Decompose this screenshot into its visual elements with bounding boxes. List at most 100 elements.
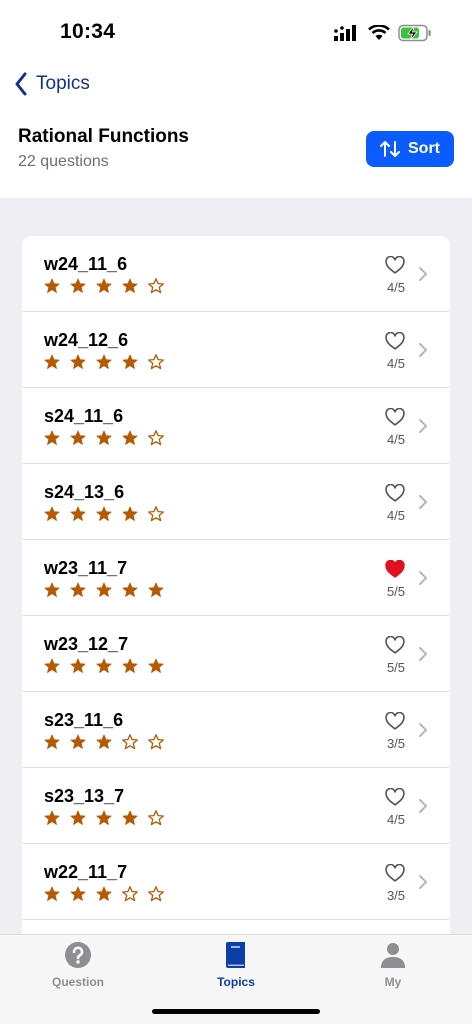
heart-outline-icon[interactable] <box>385 636 405 654</box>
status-bar: 10:34 <box>0 0 472 62</box>
star-filled-icon <box>122 582 138 597</box>
difficulty-stars <box>44 810 164 826</box>
tab-label: My <box>384 975 402 989</box>
home-indicator <box>152 1009 320 1014</box>
heart-outline-icon[interactable] <box>385 332 405 350</box>
chevron-right-icon <box>419 647 427 661</box>
star-filled-icon <box>96 658 112 673</box>
heart-outline-icon[interactable] <box>385 864 405 882</box>
star-filled-icon <box>44 354 60 369</box>
chevron-right-icon <box>419 875 427 889</box>
score-label: 3/5 <box>386 888 406 903</box>
star-outline-icon <box>148 810 164 826</box>
difficulty-stars <box>44 734 164 750</box>
question-row[interactable]: w24_11_6 4/5 <box>22 236 450 312</box>
question-title: s23_11_6 <box>44 710 124 730</box>
question-row[interactable]: w24_12_6 4/5 <box>22 312 450 388</box>
star-filled-icon <box>70 278 86 293</box>
star-filled-icon <box>70 734 86 749</box>
question-title: w22_11_7 <box>44 862 128 882</box>
star-filled-icon <box>96 430 112 445</box>
chevron-right-icon <box>419 495 427 509</box>
question-title: s24_13_6 <box>44 482 125 502</box>
sort-arrows-icon <box>380 141 400 157</box>
question-row[interactable]: w22_11_7 3/5 <box>22 844 450 920</box>
star-filled-icon <box>122 354 138 369</box>
difficulty-stars <box>44 506 164 522</box>
sort-button[interactable]: Sort <box>366 131 454 167</box>
star-filled-icon <box>70 506 86 521</box>
tab-topics[interactable]: Topics <box>186 941 286 993</box>
star-filled-icon <box>44 430 60 445</box>
score-label: 3/5 <box>386 736 406 751</box>
question-row[interactable]: w23_11_7 5/5 <box>22 540 450 616</box>
star-outline-icon <box>148 886 164 902</box>
question-row[interactable]: s23_13_7 4/5 <box>22 768 450 844</box>
star-outline-icon <box>122 886 138 902</box>
score-label: 4/5 <box>386 508 406 523</box>
star-filled-icon <box>44 810 60 825</box>
chevron-right-icon <box>419 267 427 281</box>
star-outline-icon <box>148 734 164 750</box>
star-filled-icon <box>122 658 138 673</box>
star-filled-icon <box>44 734 60 749</box>
question-title: w24_12_6 <box>44 330 129 350</box>
star-filled-icon <box>148 658 164 673</box>
heart-outline-icon[interactable] <box>385 484 405 502</box>
question-count: 22 questions <box>18 153 109 170</box>
question-title: s23_13_7 <box>44 786 125 806</box>
star-filled-icon <box>96 354 112 369</box>
difficulty-stars <box>44 354 164 370</box>
star-outline-icon <box>148 354 164 370</box>
heart-outline-icon[interactable] <box>385 788 405 806</box>
question-title: w24_11_6 <box>44 254 128 274</box>
star-filled-icon <box>122 506 138 521</box>
chevron-right-icon <box>419 343 427 357</box>
star-filled-icon <box>96 582 112 597</box>
question-row[interactable]: w23_12_7 5/5 <box>22 616 450 692</box>
tab-question[interactable]: Question <box>28 941 128 993</box>
tab-my[interactable]: My <box>343 941 443 993</box>
score-label: 4/5 <box>386 280 406 295</box>
star-filled-icon <box>70 582 86 597</box>
cellular-signal-icon <box>334 25 356 41</box>
star-filled-icon <box>70 354 86 369</box>
difficulty-stars <box>44 886 164 902</box>
question-circle-icon <box>65 942 91 968</box>
heart-outline-icon[interactable] <box>385 712 405 730</box>
star-filled-icon <box>70 810 86 825</box>
score-label: 4/5 <box>386 356 406 371</box>
star-filled-icon <box>70 430 86 445</box>
question-title: w23_11_7 <box>44 558 128 578</box>
star-filled-icon <box>70 886 86 901</box>
difficulty-stars <box>44 430 164 446</box>
question-title: w23_12_7 <box>44 634 129 654</box>
star-outline-icon <box>148 430 164 446</box>
question-title: s24_11_6 <box>44 406 124 426</box>
heart-outline-icon[interactable] <box>385 256 405 274</box>
chevron-left-icon <box>15 72 27 96</box>
star-filled-icon <box>44 582 60 597</box>
star-filled-icon <box>70 658 86 673</box>
score-label: 4/5 <box>386 812 406 827</box>
question-row[interactable]: s24_13_6 4/5 <box>22 464 450 540</box>
star-filled-icon <box>122 430 138 445</box>
star-filled-icon <box>122 810 138 825</box>
tab-label: Question <box>51 975 104 989</box>
chevron-right-icon <box>419 419 427 433</box>
difficulty-stars <box>44 278 164 294</box>
heart-outline-icon[interactable] <box>385 408 405 426</box>
wifi-icon <box>368 25 390 40</box>
page-title: Rational Functions <box>18 126 189 147</box>
question-row[interactable]: s24_11_6 4/5 <box>22 388 450 464</box>
star-filled-icon <box>44 506 60 521</box>
heart-filled-icon[interactable] <box>385 560 405 578</box>
chevron-right-icon <box>419 799 427 813</box>
question-row[interactable]: s23_11_6 3/5 <box>22 692 450 768</box>
back-button[interactable]: Topics <box>14 70 90 98</box>
star-outline-icon <box>148 506 164 522</box>
star-filled-icon <box>44 658 60 673</box>
difficulty-stars <box>44 658 164 674</box>
chevron-right-icon <box>419 723 427 737</box>
star-filled-icon <box>148 582 164 597</box>
